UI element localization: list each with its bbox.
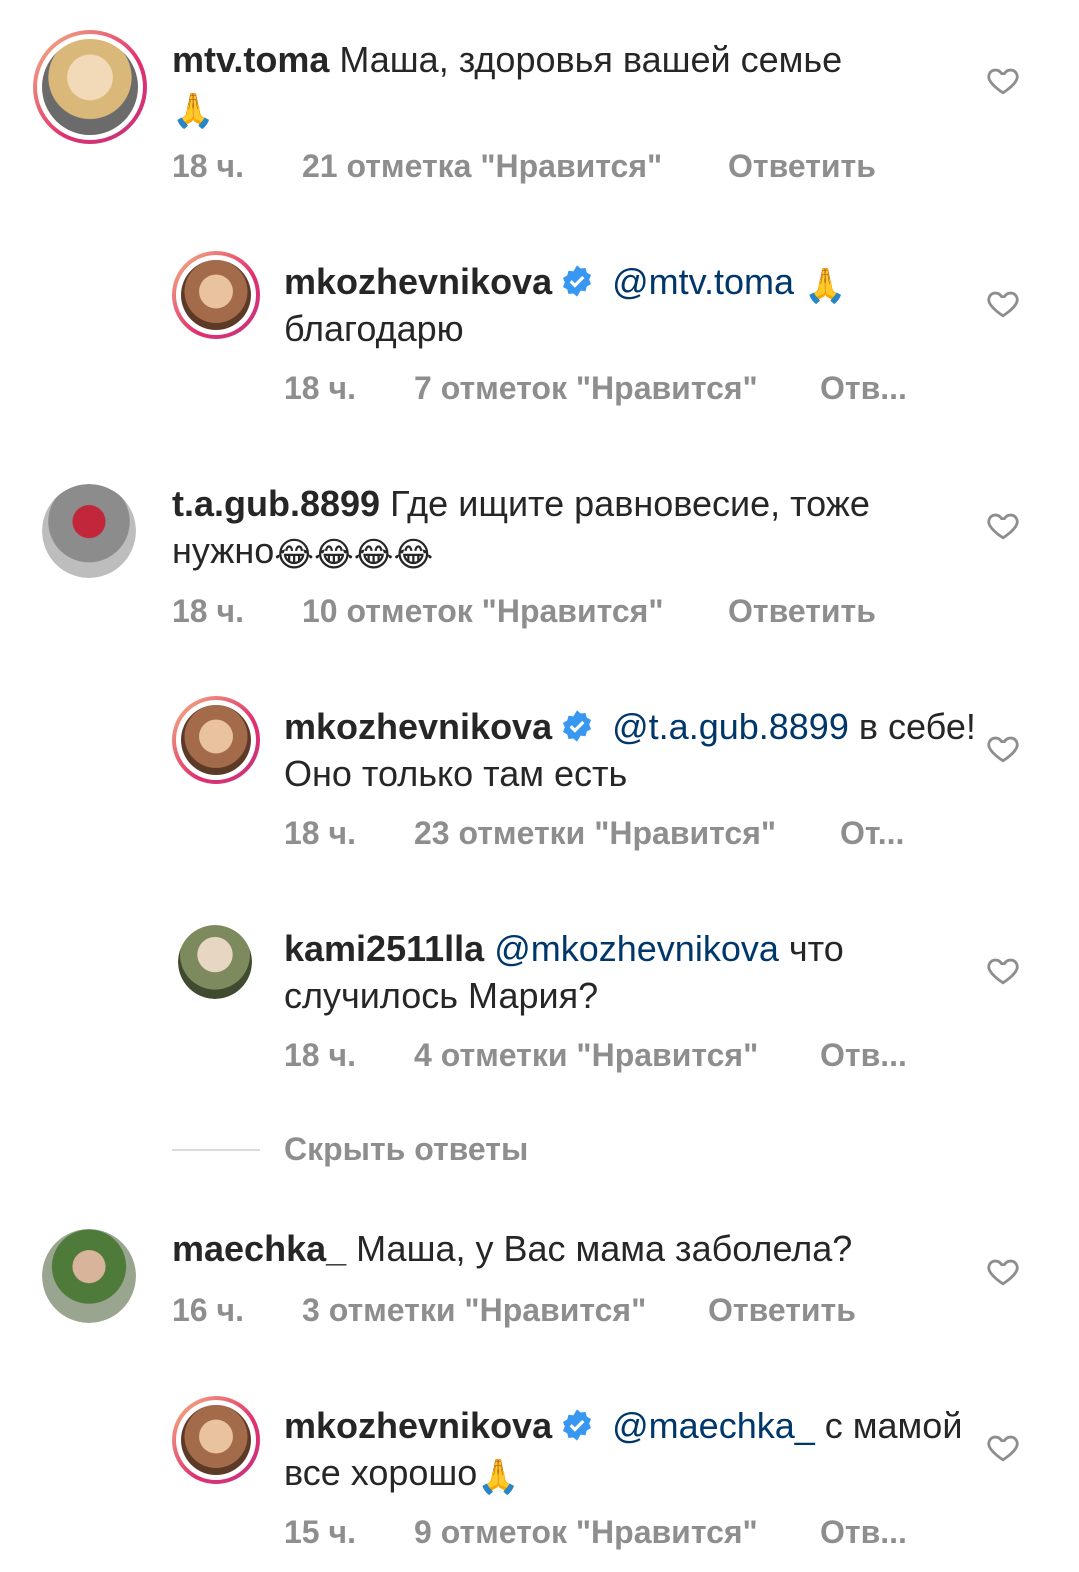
username[interactable]: mtv.toma	[172, 39, 329, 80]
emoji: 🙏	[804, 267, 847, 305]
verified-badge-icon	[563, 1409, 592, 1441]
verified-badge-icon	[563, 265, 592, 297]
heart-icon[interactable]	[986, 1430, 1020, 1464]
username[interactable]: t.a.gub.8899	[172, 483, 380, 524]
emoji: 😂😂😂😂	[274, 536, 434, 574]
timestamp: 18 ч.	[284, 1037, 356, 1073]
reply-button[interactable]: Отв...	[820, 1514, 907, 1551]
comment-text: kami2511lla @mkozhevnikova что случилось…	[284, 925, 1024, 1019]
mention-link[interactable]: @maechka_	[612, 1405, 815, 1446]
mention-link[interactable]: @mkozhevnikova	[494, 928, 779, 969]
avatar[interactable]	[172, 696, 260, 784]
heart-icon[interactable]	[986, 953, 1020, 987]
mention-link[interactable]: @mtv.toma	[612, 261, 794, 302]
reply-button[interactable]: Ответить	[728, 148, 876, 185]
likes-count[interactable]: 10 отметок "Нравится"	[302, 593, 664, 630]
heart-icon[interactable]	[986, 63, 1020, 97]
avatar[interactable]	[42, 1229, 136, 1323]
hide-replies-button[interactable]: Скрыть ответы	[284, 1131, 528, 1168]
username[interactable]: kami2511lla	[284, 928, 484, 969]
heart-icon[interactable]	[986, 1254, 1020, 1288]
likes-count[interactable]: 23 отметки "Нравится"	[414, 815, 776, 852]
comment-body: благодарю	[284, 308, 464, 349]
comment-text: mtv.toma Маша, здоровья вашей семье 🙏	[172, 36, 912, 130]
likes-count[interactable]: 9 отметок "Нравится"	[414, 1514, 758, 1551]
username[interactable]: maechka_	[172, 1228, 346, 1269]
timestamp: 15 ч.	[284, 1514, 356, 1550]
comment-text: maechka_ Маша, у Вас мама заболела?	[172, 1225, 912, 1272]
comment-text: mkozhevnikova @t.a.gub.8899 в себе! Оно …	[284, 703, 1024, 797]
mention-link[interactable]: @t.a.gub.8899	[612, 706, 849, 747]
comment-body: Маша, у Вас мама заболела?	[356, 1228, 853, 1269]
likes-count[interactable]: 7 отметок "Нравится"	[414, 370, 758, 407]
timestamp: 16 ч.	[172, 1292, 244, 1328]
avatar[interactable]	[172, 1396, 260, 1484]
comment-text: t.a.gub.8899 Где ищите равновесие, тоже …	[172, 480, 912, 574]
likes-count[interactable]: 4 отметки "Нравится"	[414, 1037, 758, 1074]
avatar[interactable]	[33, 30, 147, 144]
verified-badge-icon	[563, 710, 592, 742]
reply-button[interactable]: Отв...	[820, 1037, 907, 1074]
heart-icon[interactable]	[986, 508, 1020, 542]
hide-replies-divider	[172, 1149, 260, 1151]
reply-button[interactable]: Отв...	[820, 370, 907, 407]
timestamp: 18 ч.	[172, 148, 244, 184]
likes-count[interactable]: 21 отметка "Нравится"	[302, 148, 662, 185]
username[interactable]: mkozhevnikova	[284, 706, 552, 747]
comment-text: mkozhevnikova @maechka_ с мамой все хоро…	[284, 1402, 1024, 1496]
emoji: 🙏	[172, 92, 215, 130]
emoji: 🙏	[477, 1458, 520, 1496]
reply-button[interactable]: Ответить	[728, 593, 876, 630]
comment-body: Маша, здоровья вашей семье	[339, 39, 843, 80]
avatar[interactable]	[178, 925, 252, 999]
username[interactable]: mkozhevnikova	[284, 1405, 552, 1446]
reply-button[interactable]: Ответить	[708, 1292, 856, 1329]
likes-count[interactable]: 3 отметки "Нравится"	[302, 1292, 646, 1329]
timestamp: 18 ч.	[284, 815, 356, 851]
reply-button[interactable]: От...	[840, 815, 904, 852]
heart-icon[interactable]	[986, 286, 1020, 320]
username[interactable]: mkozhevnikova	[284, 261, 552, 302]
comment-text: mkozhevnikova @mtv.toma 🙏 благодарю	[284, 258, 1024, 352]
timestamp: 18 ч.	[284, 370, 356, 406]
avatar[interactable]	[172, 251, 260, 339]
avatar[interactable]	[42, 484, 136, 578]
heart-icon[interactable]	[986, 731, 1020, 765]
timestamp: 18 ч.	[172, 593, 244, 629]
